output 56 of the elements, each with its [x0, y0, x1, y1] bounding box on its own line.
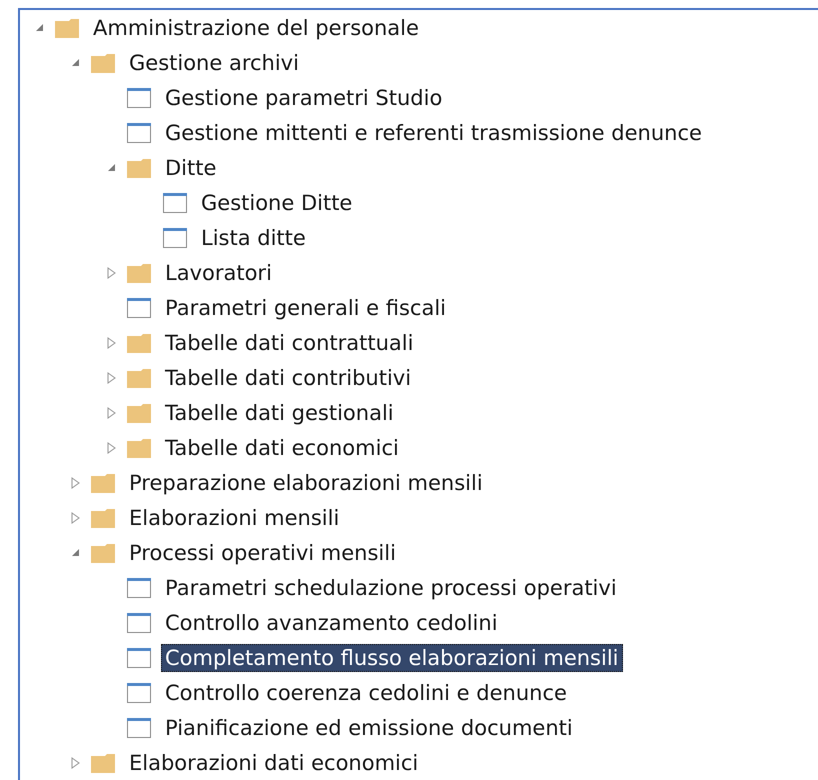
- tree-item[interactable]: Elaborazioni mensili: [125, 504, 344, 532]
- tree-item[interactable]: Completamento flusso elaborazioni mensili: [161, 644, 622, 672]
- tree-item[interactable]: Tabelle dati gestionali: [161, 398, 398, 426]
- folder-icon: [90, 472, 116, 494]
- tree-item[interactable]: Ditte: [161, 154, 220, 182]
- folder-icon: [90, 506, 116, 528]
- tree-item[interactable]: Gestione parametri Studio: [161, 84, 446, 112]
- expanded-arrow-icon[interactable]: [70, 58, 80, 67]
- window-icon: [162, 192, 188, 214]
- window-icon: [126, 86, 152, 108]
- collapsed-arrow-icon[interactable]: [106, 266, 116, 278]
- expanded-arrow-icon[interactable]: [34, 23, 44, 32]
- tree-item[interactable]: Amministrazione del personale: [89, 14, 423, 42]
- window-icon: [126, 646, 152, 668]
- collapsed-arrow-icon[interactable]: [70, 512, 80, 524]
- collapsed-arrow-icon[interactable]: [106, 336, 116, 348]
- tree-item[interactable]: Tabelle dati contributivi: [161, 364, 416, 392]
- collapsed-arrow-icon[interactable]: [106, 372, 116, 384]
- window-icon: [126, 612, 152, 634]
- tree-item[interactable]: Tabelle dati contrattuali: [161, 328, 418, 356]
- tree-item[interactable]: Gestione Ditte: [197, 188, 356, 216]
- window-icon: [126, 122, 152, 144]
- tree-item[interactable]: Preparazione elaborazioni mensili: [125, 468, 487, 496]
- folder-icon: [126, 402, 152, 424]
- folder-icon: [90, 752, 116, 774]
- window-icon: [162, 226, 188, 248]
- folder-icon: [90, 52, 116, 74]
- tree-item[interactable]: Lavoratori: [161, 258, 276, 286]
- tree-item[interactable]: Gestione archivi: [125, 48, 303, 76]
- collapsed-arrow-icon[interactable]: [106, 442, 116, 454]
- tree-item[interactable]: Tabelle dati economici: [161, 434, 403, 462]
- tree-item[interactable]: Parametri schedulazione processi operativi: [161, 574, 621, 602]
- tree-item[interactable]: Lista ditte: [197, 224, 310, 252]
- tree-item[interactable]: Elaborazioni dati economici: [125, 748, 422, 776]
- expanded-arrow-icon[interactable]: [106, 163, 116, 172]
- expanded-arrow-icon[interactable]: [70, 548, 80, 557]
- folder-icon: [126, 436, 152, 458]
- folder-icon: [126, 366, 152, 388]
- folder-icon: [54, 16, 80, 38]
- window-icon: [126, 576, 152, 598]
- folder-icon: [90, 542, 116, 564]
- tree-item[interactable]: Gestione mittenti e referenti trasmissione denunce: [161, 118, 706, 146]
- tree-item[interactable]: Pianificazione ed emissione documenti: [161, 714, 577, 742]
- folder-icon: [126, 332, 152, 354]
- tree-item[interactable]: Controllo avanzamento cedolini: [161, 608, 502, 636]
- collapsed-arrow-icon[interactable]: [70, 756, 80, 768]
- folder-icon: [126, 156, 152, 178]
- tree-item[interactable]: Parametri generali e fiscali: [161, 294, 450, 322]
- window-icon: [126, 716, 152, 738]
- folder-icon: [126, 262, 152, 284]
- tree-item[interactable]: Controllo coerenza cedolini e denunce: [161, 678, 571, 706]
- window-icon: [126, 296, 152, 318]
- collapsed-arrow-icon[interactable]: [70, 476, 80, 488]
- tree-item[interactable]: Processi operativi mensili: [125, 538, 400, 566]
- window-icon: [126, 682, 152, 704]
- collapsed-arrow-icon[interactable]: [106, 406, 116, 418]
